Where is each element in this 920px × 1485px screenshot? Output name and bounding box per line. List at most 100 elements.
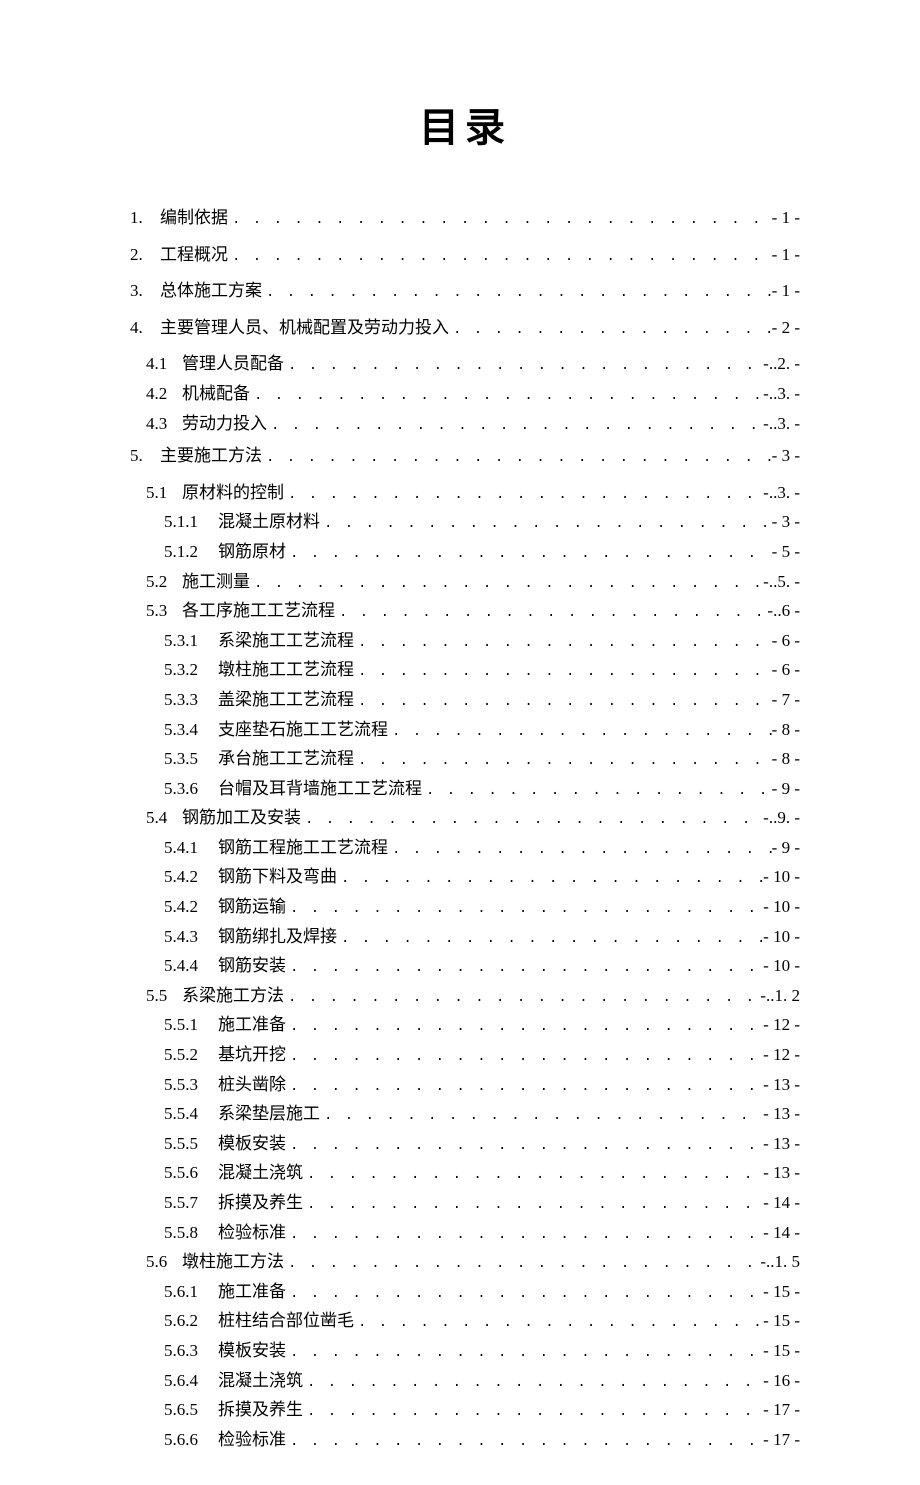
toc-entry: 5.4.4 钢筋安装 - 10 -: [130, 954, 800, 979]
toc-entry: 5.3.2 墩柱施工工艺流程 - 6 -: [130, 658, 800, 683]
toc-number: 5.5.6: [164, 1161, 218, 1185]
toc-page-number: - 2 -: [772, 316, 800, 340]
toc-leader-dots: [337, 930, 763, 950]
toc-page-number: -..6 -: [767, 599, 800, 623]
toc-leader-dots: [286, 1433, 763, 1453]
toc-leader-dots: [337, 870, 763, 890]
toc-page-number: - 10 -: [763, 865, 800, 889]
toc-page-number: - 3 -: [772, 444, 800, 468]
toc-page-number: - 3 -: [772, 510, 800, 534]
toc-leader-dots: [284, 357, 763, 377]
toc-entry: 5.6.5 拆摸及养生 - 17 -: [130, 1398, 800, 1423]
toc-page-number: - 8 -: [772, 718, 800, 742]
toc-leader-dots: [286, 959, 763, 979]
toc-entry: 5.4.1 钢筋工程施工工艺流程 - 9 -: [130, 836, 800, 861]
toc-leader-dots: [320, 515, 772, 535]
toc-entry: 5.3 各工序施工工艺流程 -..6 -: [130, 599, 800, 624]
toc-page-number: - 1 -: [772, 206, 800, 230]
toc-label: 拆摸及养生: [218, 1191, 303, 1215]
toc-number: 5.5.7: [164, 1191, 218, 1215]
toc-entry: 5.6.3 模板安装 - 15 -: [130, 1339, 800, 1364]
toc-label: 钢筋加工及安装: [182, 806, 301, 830]
toc-label: 工程概况: [160, 243, 228, 267]
toc-number: 1.: [130, 206, 160, 230]
toc-label: 盖梁施工工艺流程: [218, 688, 354, 712]
toc-page-number: -..9. -: [763, 806, 800, 830]
toc-page-number: - 13 -: [763, 1132, 800, 1156]
toc-leader-dots: [250, 387, 763, 407]
toc-number: 5.5.2: [164, 1043, 218, 1067]
toc-page-number: - 14 -: [763, 1221, 800, 1245]
toc-leader-dots: [320, 1107, 763, 1127]
toc-page-number: - 13 -: [763, 1073, 800, 1097]
toc-leader-dots: [354, 1314, 763, 1334]
toc-entry: 5.5.2 基坑开挖 - 12 -: [130, 1043, 800, 1068]
toc-page-number: -..1. 2: [760, 984, 800, 1008]
toc-label: 模板安装: [218, 1339, 286, 1363]
toc-number: 5.: [130, 444, 160, 468]
toc-label: 钢筋工程施工工艺流程: [218, 836, 388, 860]
toc-number: 5.1.2: [164, 540, 218, 564]
toc-leader-dots: [286, 1137, 763, 1157]
toc-leader-dots: [354, 693, 772, 713]
toc-number: 5.6.5: [164, 1398, 218, 1422]
toc-leader-dots: [388, 841, 772, 861]
toc-number: 5.3.2: [164, 658, 218, 682]
toc-label: 机械配备: [182, 382, 250, 406]
toc-number: 5.4.4: [164, 954, 218, 978]
toc-entry: 5.5.5 模板安装 - 13 -: [130, 1132, 800, 1157]
toc-entry: 5. 主要施工方法 - 3 -: [130, 444, 800, 469]
toc-number: 5.1.1: [164, 510, 218, 534]
toc-entry: 4. 主要管理人员、机械配置及劳动力投入 - 2 -: [130, 316, 800, 341]
toc-number: 5.5.4: [164, 1102, 218, 1126]
toc-number: 5.6: [146, 1250, 182, 1274]
toc-label: 系梁施工工艺流程: [218, 629, 354, 653]
toc-number: 5.6.3: [164, 1339, 218, 1363]
toc-number: 5.3.6: [164, 777, 218, 801]
toc-label: 桩柱结合部位凿毛: [218, 1309, 354, 1333]
toc-leader-dots: [286, 545, 772, 565]
toc-number: 4.2: [146, 382, 182, 406]
toc-entry: 5.5.1 施工准备 - 12 -: [130, 1013, 800, 1038]
toc-leader-dots: [267, 417, 763, 437]
toc-label: 总体施工方案: [160, 279, 262, 303]
toc-number: 5.4.1: [164, 836, 218, 860]
document-page: 目录 1. 编制依据 - 1 -2. 工程概况 - 1 -3. 总体施工方案 -…: [0, 0, 920, 1485]
toc-page-number: - 15 -: [763, 1309, 800, 1333]
toc-leader-dots: [286, 1226, 763, 1246]
toc-label: 桩头凿除: [218, 1073, 286, 1097]
toc-label: 基坑开挖: [218, 1043, 286, 1067]
toc-label: 承台施工工艺流程: [218, 747, 354, 771]
toc-page-number: -..1. 5: [760, 1250, 800, 1274]
toc-number: 5.6.2: [164, 1309, 218, 1333]
toc-number: 5.5: [146, 984, 182, 1008]
toc-entry: 5.6 墩柱施工方法 -..1. 5: [130, 1250, 800, 1275]
toc-leader-dots: [286, 1285, 763, 1305]
toc-page-number: - 1 -: [772, 279, 800, 303]
toc-entry: 5.3.4 支座垫石施工工艺流程 - 8 -: [130, 718, 800, 743]
toc-entry: 5.3.6 台帽及耳背墙施工工艺流程 - 9 -: [130, 777, 800, 802]
toc-page-number: - 1 -: [772, 243, 800, 267]
toc-page-number: -..3. -: [763, 412, 800, 436]
toc-number: 2.: [130, 243, 160, 267]
toc-page-number: -..3. -: [763, 481, 800, 505]
toc-label: 台帽及耳背墙施工工艺流程: [218, 777, 422, 801]
toc-entry: 5.5.3 桩头凿除 - 13 -: [130, 1073, 800, 1098]
toc-leader-dots: [335, 604, 767, 624]
toc-page-number: - 12 -: [763, 1013, 800, 1037]
toc-label: 管理人员配备: [182, 352, 284, 376]
toc-entry: 5.5.8 检验标准 - 14 -: [130, 1221, 800, 1246]
toc-label: 钢筋下料及弯曲: [218, 865, 337, 889]
toc-number: 5.3.4: [164, 718, 218, 742]
toc-page-number: - 9 -: [772, 777, 800, 801]
toc-leader-dots: [284, 486, 763, 506]
toc-page-number: - 17 -: [763, 1428, 800, 1452]
toc-page-number: -..3. -: [763, 382, 800, 406]
toc-leader-dots: [284, 1255, 760, 1275]
toc-label: 施工测量: [182, 570, 250, 594]
toc-entry: 4.3 劳动力投入 -..3. -: [130, 412, 800, 437]
toc-label: 钢筋安装: [218, 954, 286, 978]
toc-number: 5.6.6: [164, 1428, 218, 1452]
toc-leader-dots: [250, 575, 763, 595]
toc-number: 3.: [130, 279, 160, 303]
